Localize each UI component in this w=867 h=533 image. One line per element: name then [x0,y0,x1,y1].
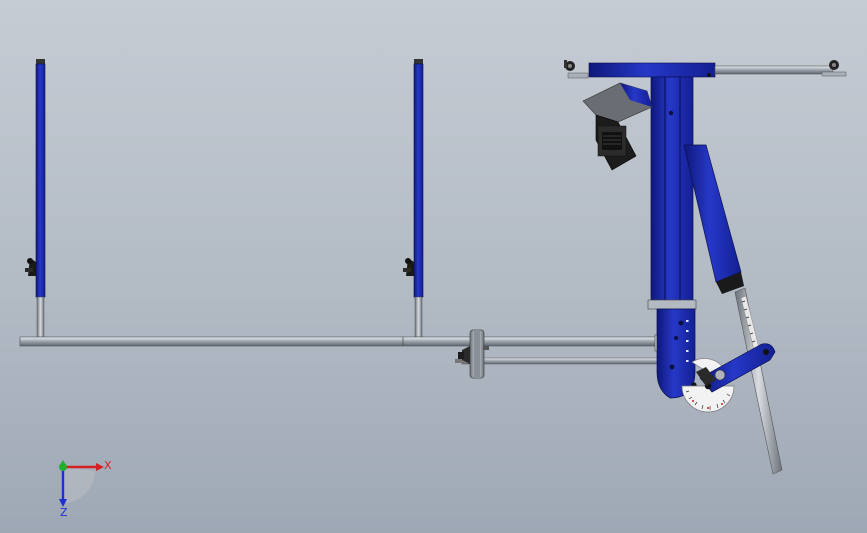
left-support-post[interactable] [25,59,46,338]
z-axis-label: Z [60,506,68,519]
top-boom-arm[interactable] [564,60,847,79]
angle-scale-bar[interactable] [734,287,783,475]
middle-support-post[interactable] [403,59,424,338]
model-viewport[interactable]: X Z [0,0,867,533]
y-axis-origin [59,460,67,471]
middle-post-clamp-handle[interactable] [403,258,414,276]
left-post-clamp-handle[interactable] [25,258,36,276]
top-left-caster-wheel[interactable] [564,60,575,71]
bending-head[interactable] [656,308,697,399]
feed-rod[interactable] [455,357,663,365]
drive-motor[interactable] [582,82,653,171]
x-axis-label: X [104,459,112,472]
horizontal-base-rail[interactable] [19,334,670,352]
main-column[interactable] [647,76,697,310]
reference-triad: X Z [59,459,112,519]
